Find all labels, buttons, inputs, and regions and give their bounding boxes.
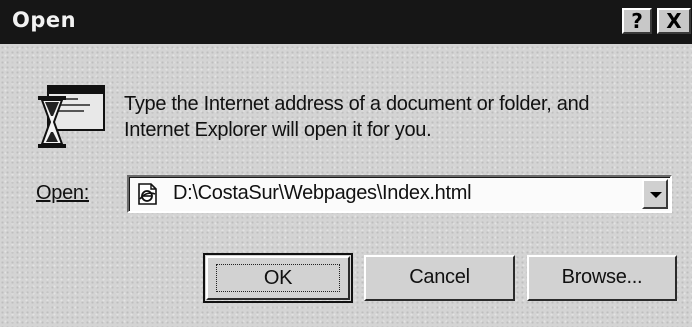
window-title: Open <box>12 8 77 32</box>
hourglass-window-icon <box>38 85 105 148</box>
dropdown-button[interactable] <box>642 179 668 209</box>
browse-button[interactable]: Browse... <box>527 255 677 301</box>
instruction-line-1: Type the Internet address of a document … <box>124 93 590 115</box>
title-bar[interactable]: Open ? X <box>0 0 692 44</box>
open-field-label: Open: <box>36 182 89 205</box>
instruction-line-2: Internet Explorer will open it for you. <box>124 119 432 141</box>
address-combobox[interactable]: D:\CostaSur\Webpages\Index.html <box>127 175 672 213</box>
cancel-button[interactable]: Cancel <box>364 255 515 301</box>
chevron-down-icon <box>650 192 662 198</box>
address-input[interactable]: D:\CostaSur\Webpages\Index.html <box>173 182 472 205</box>
internet-document-icon <box>138 183 157 205</box>
close-button[interactable]: X <box>657 8 691 34</box>
open-dialog: Open ? X Type the Internet address of a … <box>0 0 692 327</box>
open-field-label-text: Open: <box>36 182 89 204</box>
ok-button[interactable]: OK <box>206 256 350 300</box>
help-button[interactable]: ? <box>622 8 652 34</box>
instruction-text: Type the Internet address of a document … <box>124 91 684 143</box>
focus-rectangle <box>216 264 340 292</box>
